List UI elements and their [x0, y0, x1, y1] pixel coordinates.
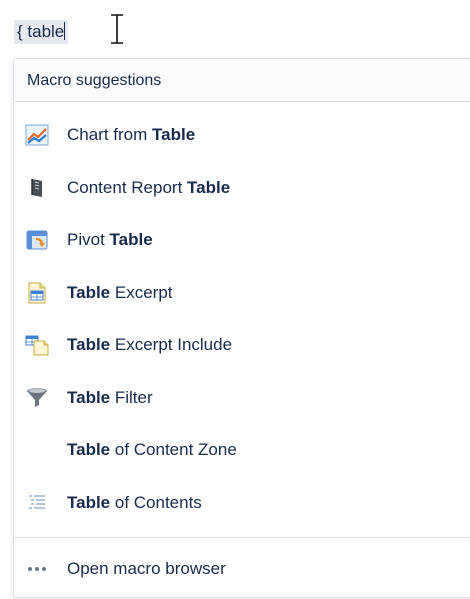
- content-report-icon: [24, 176, 50, 200]
- typed-macro-text[interactable]: { table: [14, 20, 69, 44]
- text-caret: [64, 22, 66, 40]
- suggestion-table-excerpt-include[interactable]: Table Excerpt Include: [14, 319, 470, 372]
- suggestion-pivot-table[interactable]: Pivot Table: [14, 214, 470, 267]
- suggestion-content-report-table[interactable]: Content Report Table: [14, 162, 470, 215]
- toc-icon: [24, 491, 50, 515]
- open-macro-browser-button[interactable]: Open macro browser: [14, 538, 470, 599]
- typed-text: { table: [17, 22, 65, 41]
- editor-area[interactable]: { table Macro suggestions Chart from Tab…: [0, 0, 470, 599]
- more-dots-icon: [24, 561, 50, 577]
- pivot-table-icon: [24, 228, 50, 252]
- table-excerpt-include-icon: [24, 333, 50, 357]
- suggestion-label: Table of Contents: [67, 492, 202, 512]
- filter-icon: [24, 386, 50, 410]
- suggestion-table-excerpt[interactable]: Table Excerpt: [14, 267, 470, 320]
- open-macro-browser-label: Open macro browser: [67, 559, 226, 578]
- suggestion-table-filter[interactable]: Table Filter: [14, 372, 470, 425]
- suggestion-label: Chart from Table: [67, 125, 196, 145]
- macro-suggestions-dropdown: Macro suggestions Chart from Table Conte…: [13, 58, 470, 598]
- suggestion-table-of-contents[interactable]: Table of Contents: [14, 477, 470, 530]
- suggestion-label: Content Report Table: [67, 177, 231, 197]
- dropdown-header: Macro suggestions: [14, 59, 470, 102]
- chart-icon: [24, 123, 50, 147]
- suggestion-label: Table Filter: [67, 387, 153, 407]
- suggestion-label: Table Excerpt: [67, 282, 173, 302]
- table-excerpt-icon: [24, 281, 50, 305]
- suggestion-label: Pivot Table: [67, 230, 153, 250]
- suggestion-table-of-content-zone[interactable]: Table of Content Zone: [14, 424, 470, 477]
- suggestion-chart-from-table[interactable]: Chart from Table: [14, 109, 470, 162]
- suggestion-label: Table Excerpt Include: [67, 335, 233, 355]
- suggestion-list: Chart from Table Content Report Table Pi…: [14, 102, 470, 529]
- suggestion-label: Table of Content Zone: [67, 440, 237, 460]
- ibeam-cursor-icon: [111, 14, 123, 44]
